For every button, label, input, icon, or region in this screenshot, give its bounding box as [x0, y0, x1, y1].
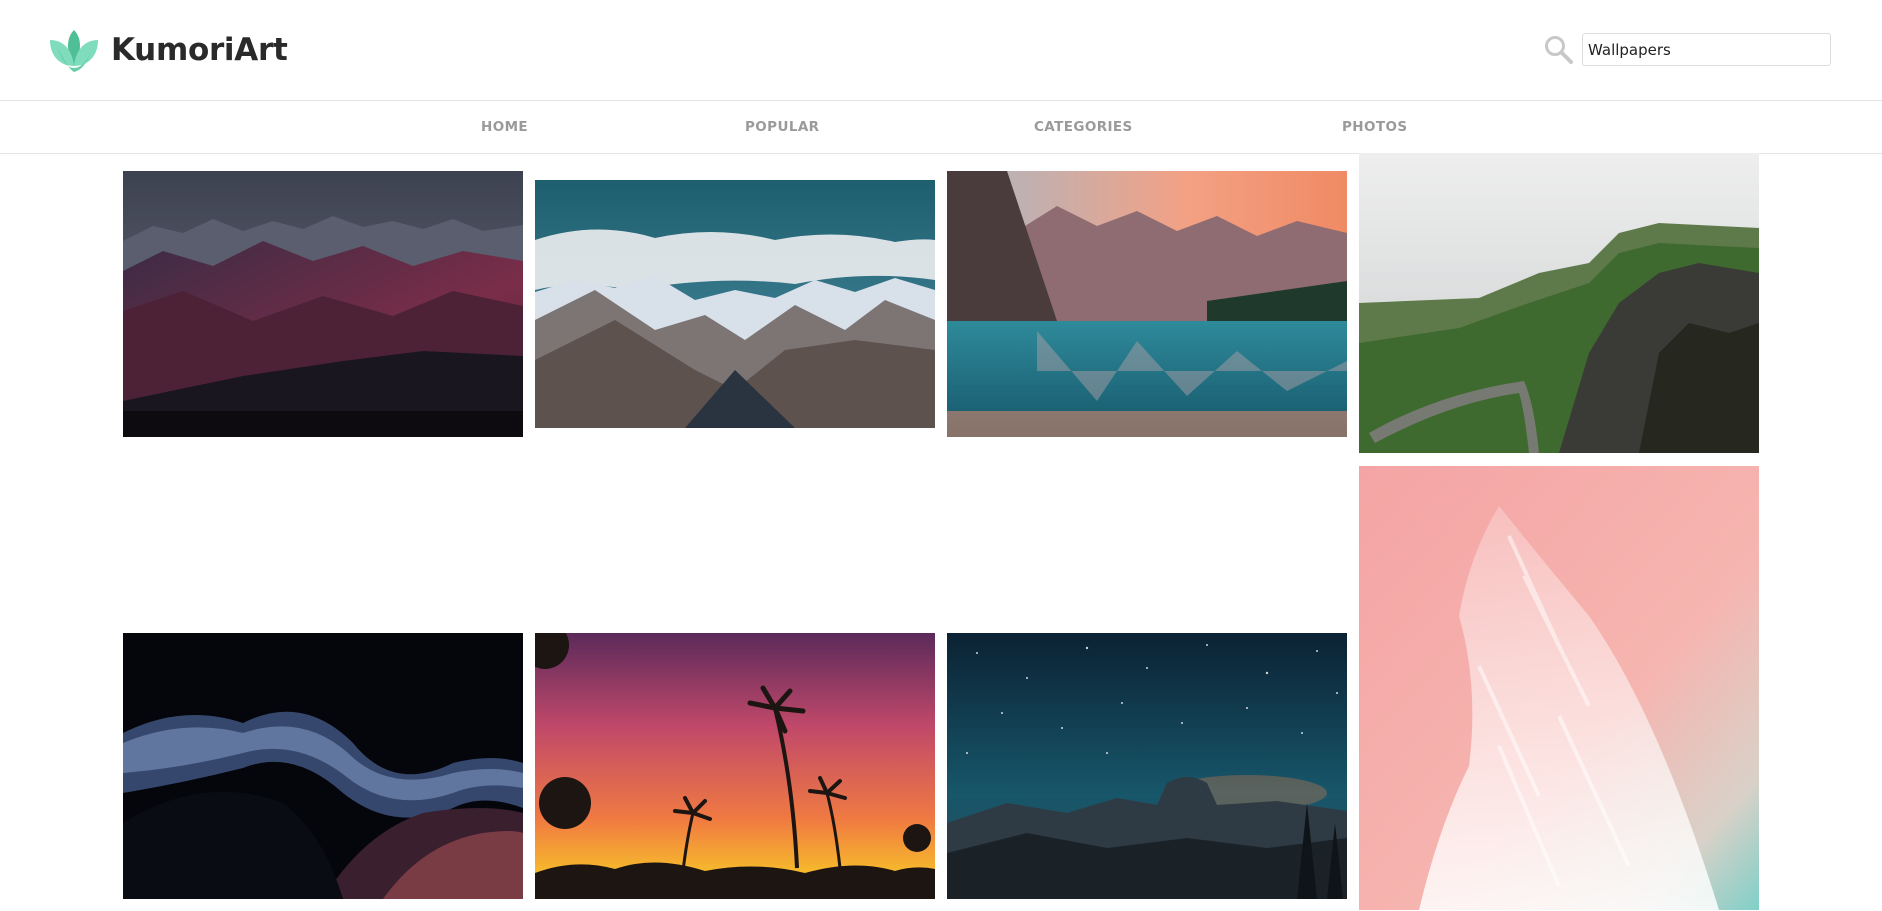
- gallery-photo-pink-sky[interactable]: [1359, 466, 1759, 910]
- nav-categories[interactable]: CATEGORIES: [1034, 101, 1133, 153]
- gallery-photo-mountain-lake[interactable]: [947, 171, 1347, 437]
- site-logo[interactable]: KumoriArt: [48, 26, 288, 74]
- site-header: KumoriArt: [0, 0, 1882, 99]
- nav-photos[interactable]: PHOTOS: [1342, 101, 1407, 153]
- nav-popular[interactable]: POPULAR: [745, 101, 819, 153]
- gallery-photo-palm-sunset[interactable]: [535, 633, 935, 899]
- main-nav: HOME POPULAR CATEGORIES PHOTOS: [0, 100, 1882, 154]
- nav-home[interactable]: HOME: [481, 101, 528, 153]
- search-input[interactable]: [1582, 33, 1831, 66]
- search-icon[interactable]: [1543, 34, 1575, 66]
- gallery-photo-dark-mountains[interactable]: [123, 171, 523, 437]
- gallery-photo-starry-valley[interactable]: [947, 633, 1347, 899]
- brand-name: KumoriArt: [111, 32, 288, 68]
- gallery-photo-highland-cliffs[interactable]: [1359, 153, 1759, 453]
- lotus-logo-icon: [50, 30, 98, 72]
- gallery-photo-snowy-mountains[interactable]: [535, 180, 935, 428]
- gallery-photo-milky-way-canyon[interactable]: [123, 633, 523, 899]
